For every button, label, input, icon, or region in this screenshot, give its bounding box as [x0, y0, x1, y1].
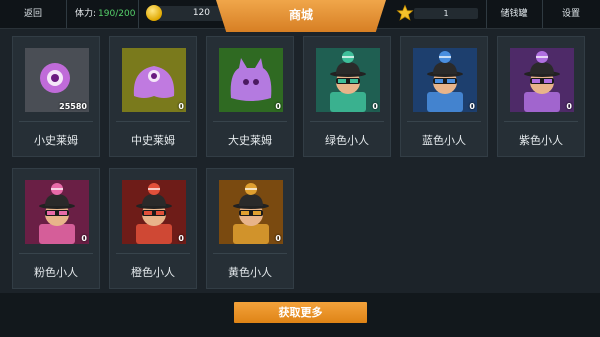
page-title: 商城 — [288, 8, 313, 22]
divider — [213, 253, 287, 254]
shop-item-card[interactable]: 0 黄色小人 — [206, 168, 294, 289]
item-name: 中史莱姆 — [131, 134, 175, 147]
item-name: 紫色小人 — [519, 134, 563, 147]
back-button[interactable]: 返回 — [0, 0, 66, 28]
coin-icon — [146, 5, 162, 21]
shop-item-card[interactable]: 0 大史莱姆 — [206, 36, 294, 157]
slime-icon: 25580 — [25, 48, 89, 112]
slime-icon: 0 — [219, 48, 283, 112]
item-name: 大史莱姆 — [228, 134, 272, 147]
stamina-label: 体力: — [75, 9, 97, 19]
item-count: 0 — [275, 102, 281, 111]
star-counter: 1 — [414, 8, 478, 19]
item-name: 橙色小人 — [131, 266, 175, 279]
divider — [213, 121, 287, 122]
miner-icon: 0 — [510, 48, 574, 112]
item-count: 0 — [178, 234, 184, 243]
shop-item-card[interactable]: 0 绿色小人 — [303, 36, 391, 157]
item-name: 黄色小人 — [228, 266, 272, 279]
divider — [407, 121, 481, 122]
stamina-display: 体力: 190/200 — [75, 0, 135, 28]
item-count: 0 — [469, 102, 475, 111]
piggy-bank-button[interactable]: 储钱罐 — [486, 0, 542, 28]
divider — [116, 253, 190, 254]
miner-icon: 0 — [25, 180, 89, 244]
item-grid: 25580 小史莱姆 0 中史莱姆 0 大史莱姆 0 绿色小人 0 蓝色小人 0… — [12, 36, 588, 294]
miner-icon: 0 — [219, 180, 283, 244]
get-more-button[interactable]: 获取更多 — [234, 302, 367, 323]
divider — [504, 121, 578, 122]
item-count: 0 — [372, 102, 378, 111]
top-bar: 返回 体力: 190/200 120 商城 1 储钱罐 设置 — [0, 0, 600, 32]
shop-item-card[interactable]: 0 橙色小人 — [109, 168, 197, 289]
item-count: 25580 — [59, 102, 87, 111]
divider — [116, 121, 190, 122]
divider — [66, 0, 67, 28]
settings-button[interactable]: 设置 — [542, 0, 600, 28]
item-name: 粉色小人 — [34, 266, 78, 279]
divider — [138, 0, 139, 28]
miner-icon: 0 — [316, 48, 380, 112]
shop-item-card[interactable]: 25580 小史莱姆 — [12, 36, 100, 157]
stamina-value: 190/200 — [98, 9, 136, 19]
divider — [19, 253, 93, 254]
shop-item-card[interactable]: 0 中史莱姆 — [109, 36, 197, 157]
item-count: 0 — [566, 102, 572, 111]
item-name: 绿色小人 — [325, 134, 369, 147]
miner-icon: 0 — [122, 180, 186, 244]
item-count: 0 — [81, 234, 87, 243]
divider — [310, 121, 384, 122]
divider — [19, 121, 93, 122]
item-name: 蓝色小人 — [422, 134, 466, 147]
item-count: 0 — [275, 234, 281, 243]
star-icon — [396, 4, 414, 21]
shop-item-card[interactable]: 0 粉色小人 — [12, 168, 100, 289]
item-name: 小史莱姆 — [34, 134, 78, 147]
shop-item-card[interactable]: 0 紫色小人 — [497, 36, 585, 157]
miner-icon: 0 — [413, 48, 477, 112]
item-count: 0 — [178, 102, 184, 111]
slime-icon: 0 — [122, 48, 186, 112]
shop-item-card[interactable]: 0 蓝色小人 — [400, 36, 488, 157]
